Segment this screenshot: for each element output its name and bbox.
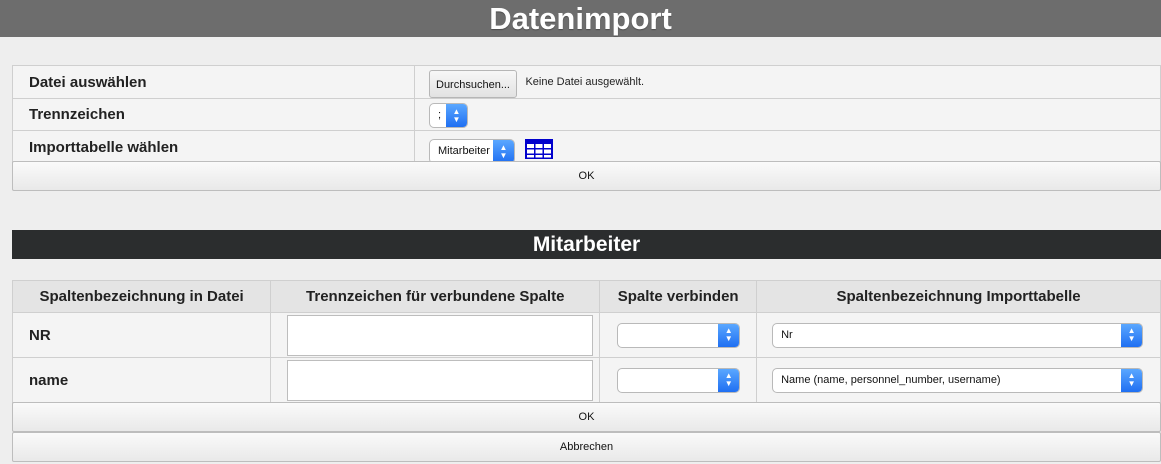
- join-column-select[interactable]: ▲ ▼: [617, 322, 741, 348]
- import-form: Datei auswählen Durchsuchen... Keine Dat…: [12, 65, 1161, 165]
- column-mapping-table: Spaltenbezeichnung in Datei Trennzeichen…: [11, 280, 1161, 403]
- column-header: Spaltenbezeichnung Importtabelle: [756, 280, 1161, 313]
- separator-select-value: ;: [438, 109, 442, 121]
- cancel-button[interactable]: Abbrechen: [12, 432, 1161, 462]
- column-header: Spaltenbezeichnung in Datei: [11, 280, 272, 313]
- column-header: Trennzeichen für verbundene Spalte: [270, 280, 601, 313]
- join-select-value: [618, 369, 718, 392]
- join-cell: ▲ ▼: [599, 312, 758, 358]
- updown-chevron-icon: ▲ ▼: [1121, 323, 1143, 347]
- file-column-name: NR: [11, 312, 272, 358]
- target-cell: Name (name, personnel_number, username) …: [756, 357, 1161, 403]
- file-column-name: name: [11, 357, 272, 403]
- table-row: NR ▲ ▼ Nr ▲ ▼: [11, 312, 1161, 358]
- mapping-section-title: Mitarbeiter: [12, 230, 1161, 259]
- join-separator-input[interactable]: [287, 359, 594, 401]
- column-header: Spalte verbinden: [599, 280, 758, 313]
- file-select-row: Datei auswählen Durchsuchen... Keine Dat…: [12, 65, 1161, 99]
- updown-chevron-icon: ▲ ▼: [718, 323, 740, 347]
- browse-file-button[interactable]: Durchsuchen...: [429, 70, 517, 98]
- import-table-label: Importtabelle wählen: [12, 130, 415, 165]
- separator-row: Trennzeichen ; ▲ ▼: [12, 98, 1161, 131]
- mapping-header-row: Spaltenbezeichnung in Datei Trennzeichen…: [11, 280, 1161, 313]
- table-row: name ▲ ▼ Name (name, personnel_number, us…: [11, 357, 1161, 403]
- join-cell: ▲ ▼: [599, 357, 758, 403]
- import-ok-button[interactable]: OK: [12, 161, 1161, 191]
- updown-chevron-icon: ▲ ▼: [1121, 368, 1143, 392]
- separator-label: Trennzeichen: [12, 98, 415, 131]
- join-select-value: [618, 324, 718, 347]
- updown-chevron-icon: ▲ ▼: [493, 140, 514, 163]
- import-table-row: Importtabelle wählen Mitarbeiter ▲ ▼: [12, 130, 1161, 165]
- target-column-select[interactable]: Nr ▲ ▼: [772, 322, 1144, 348]
- table-grid-icon[interactable]: [524, 138, 554, 160]
- updown-chevron-icon: ▲ ▼: [718, 368, 740, 392]
- file-label: Datei auswählen: [12, 65, 415, 99]
- target-select-value: Name (name, personnel_number, username): [781, 373, 1001, 386]
- import-table-select-value: Mitarbeiter: [438, 145, 490, 157]
- file-control-cell: Durchsuchen... Keine Datei ausgewählt.: [414, 65, 1161, 99]
- mapping-ok-button[interactable]: OK: [12, 402, 1161, 432]
- target-select-value: Nr: [781, 328, 793, 341]
- separator-control-cell: ; ▲ ▼: [414, 98, 1161, 131]
- updown-chevron-icon: ▲ ▼: [446, 104, 467, 127]
- import-table-control-cell: Mitarbeiter ▲ ▼: [414, 130, 1161, 165]
- join-separator-input[interactable]: [287, 314, 594, 356]
- join-column-select[interactable]: ▲ ▼: [617, 367, 741, 393]
- file-status-text: Keine Datei ausgewählt.: [525, 76, 645, 88]
- separator-cell: [270, 357, 601, 403]
- separator-cell: [270, 312, 601, 358]
- target-column-select[interactable]: Name (name, personnel_number, username) …: [772, 367, 1144, 393]
- target-cell: Nr ▲ ▼: [756, 312, 1161, 358]
- separator-select[interactable]: ; ▲ ▼: [429, 103, 468, 128]
- page-title: Datenimport: [0, 0, 1161, 37]
